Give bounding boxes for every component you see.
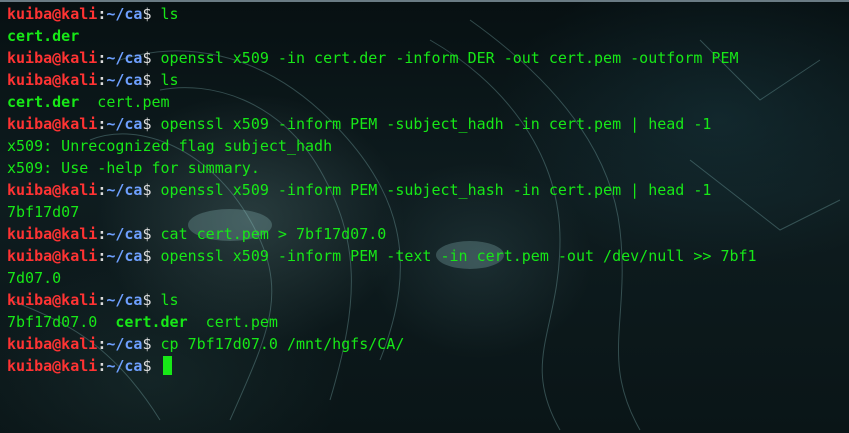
prompt-user: kuiba@kali (7, 181, 98, 199)
output-text: 7d07.0 (7, 269, 62, 287)
prompt-colon: : (97, 49, 107, 67)
prompt-symbol: $ (142, 335, 161, 353)
prompt-path: ~/ca (106, 225, 143, 243)
prompt-user: kuiba@kali (7, 247, 98, 265)
prompt-path: ~/ca (106, 181, 143, 199)
output-text: 7bf17d07.0 (7, 313, 116, 331)
output-line: x509: Use -help for summary. (7, 157, 757, 179)
prompt-symbol: $ (142, 291, 161, 309)
prompt-user: kuiba@kali (7, 71, 98, 89)
output-text: cert.der (115, 313, 188, 331)
prompt-path: ~/ca (106, 49, 143, 67)
output-text: x509: Use -help for summary. (7, 159, 260, 177)
command-text: ls (160, 291, 179, 309)
prompt-colon: : (97, 291, 107, 309)
output-line: 7d07.0 (7, 267, 757, 289)
command-text: openssl x509 -inform PEM -subject_hadh -… (160, 115, 712, 133)
terminal-output: kuiba@kali:~/ca$ ls cert.der kuiba@kali:~/… (7, 3, 757, 377)
prompt-line: kuiba@kali:~/ca$ ls (7, 289, 757, 311)
command-text: ls (160, 5, 179, 23)
prompt-user: kuiba@kali (7, 5, 98, 23)
prompt-line: kuiba@kali:~/ca$ openssl x509 -inform PE… (7, 179, 757, 201)
prompt-colon: : (97, 225, 107, 243)
command-text: ls (160, 71, 179, 89)
output-line: cert.der cert.pem (7, 91, 757, 113)
prompt-line: kuiba@kali:~/ca$ openssl x509 -inform PE… (7, 245, 757, 267)
prompt-symbol: $ (142, 71, 161, 89)
prompt-path: ~/ca (106, 357, 143, 375)
prompt-colon: : (97, 115, 107, 133)
prompt-user: kuiba@kali (7, 115, 98, 133)
output-line: cert.der (7, 25, 757, 47)
prompt-path: ~/ca (106, 71, 143, 89)
command-text: openssl x509 -inform PEM -text -in cert.… (160, 247, 757, 265)
prompt-colon: : (97, 71, 107, 89)
prompt-colon: : (97, 181, 107, 199)
prompt-line: kuiba@kali:~/ca$ ls (7, 3, 757, 25)
output-text: cert.der (7, 27, 80, 45)
command-text: openssl x509 -inform PEM -subject_hash -… (160, 181, 712, 199)
output-text: cert.der (7, 93, 80, 111)
prompt-line: kuiba@kali:~/ca$ ls (7, 69, 757, 91)
prompt-user: kuiba@kali (7, 225, 98, 243)
prompt-line: kuiba@kali:~/ca$ (7, 355, 757, 377)
output-text: 7bf17d07 (7, 203, 80, 221)
prompt-symbol: $ (142, 181, 161, 199)
command-text: cat cert.pem > 7bf17d07.0 (160, 225, 387, 243)
prompt-symbol: $ (142, 115, 161, 133)
output-text: cert.pem (187, 313, 278, 331)
prompt-symbol: $ (142, 5, 161, 23)
prompt-user: kuiba@kali (7, 357, 98, 375)
output-line: x509: Unrecognized flag subject_hadh (7, 135, 757, 157)
prompt-line: kuiba@kali:~/ca$ openssl x509 -inform PE… (7, 113, 757, 135)
output-line: 7bf17d07 (7, 201, 757, 223)
output-line: 7bf17d07.0 cert.der cert.pem (7, 311, 757, 333)
prompt-colon: : (97, 335, 107, 353)
prompt-path: ~/ca (106, 335, 143, 353)
prompt-symbol: $ (142, 49, 161, 67)
prompt-path: ~/ca (106, 5, 143, 23)
prompt-symbol: $ (142, 247, 161, 265)
prompt-path: ~/ca (106, 291, 143, 309)
prompt-symbol: $ (142, 357, 161, 375)
prompt-user: kuiba@kali (7, 291, 98, 309)
prompt-colon: : (97, 247, 107, 265)
prompt-line: kuiba@kali:~/ca$ cp 7bf17d07.0 /mnt/hgfs… (7, 333, 757, 355)
terminal-window[interactable]: kuiba@kali:~/ca$ ls cert.der kuiba@kali:~/… (0, 0, 849, 433)
output-text: cert.pem (79, 93, 170, 111)
prompt-line: kuiba@kali:~/ca$ openssl x509 -in cert.d… (7, 47, 757, 69)
command-text: cp 7bf17d07.0 /mnt/hgfs/CA/ (160, 335, 405, 353)
prompt-line: kuiba@kali:~/ca$ cat cert.pem > 7bf17d07… (7, 223, 757, 245)
prompt-colon: : (97, 357, 107, 375)
command-text: openssl x509 -in cert.der -inform DER -o… (160, 49, 739, 67)
prompt-user: kuiba@kali (7, 335, 98, 353)
prompt-user: kuiba@kali (7, 49, 98, 67)
text-cursor[interactable] (162, 356, 172, 375)
prompt-symbol: $ (142, 225, 161, 243)
window-top-border (0, 0, 849, 2)
output-text: x509: Unrecognized flag subject_hadh (7, 137, 333, 155)
prompt-path: ~/ca (106, 247, 143, 265)
prompt-path: ~/ca (106, 115, 143, 133)
prompt-colon: : (97, 5, 107, 23)
